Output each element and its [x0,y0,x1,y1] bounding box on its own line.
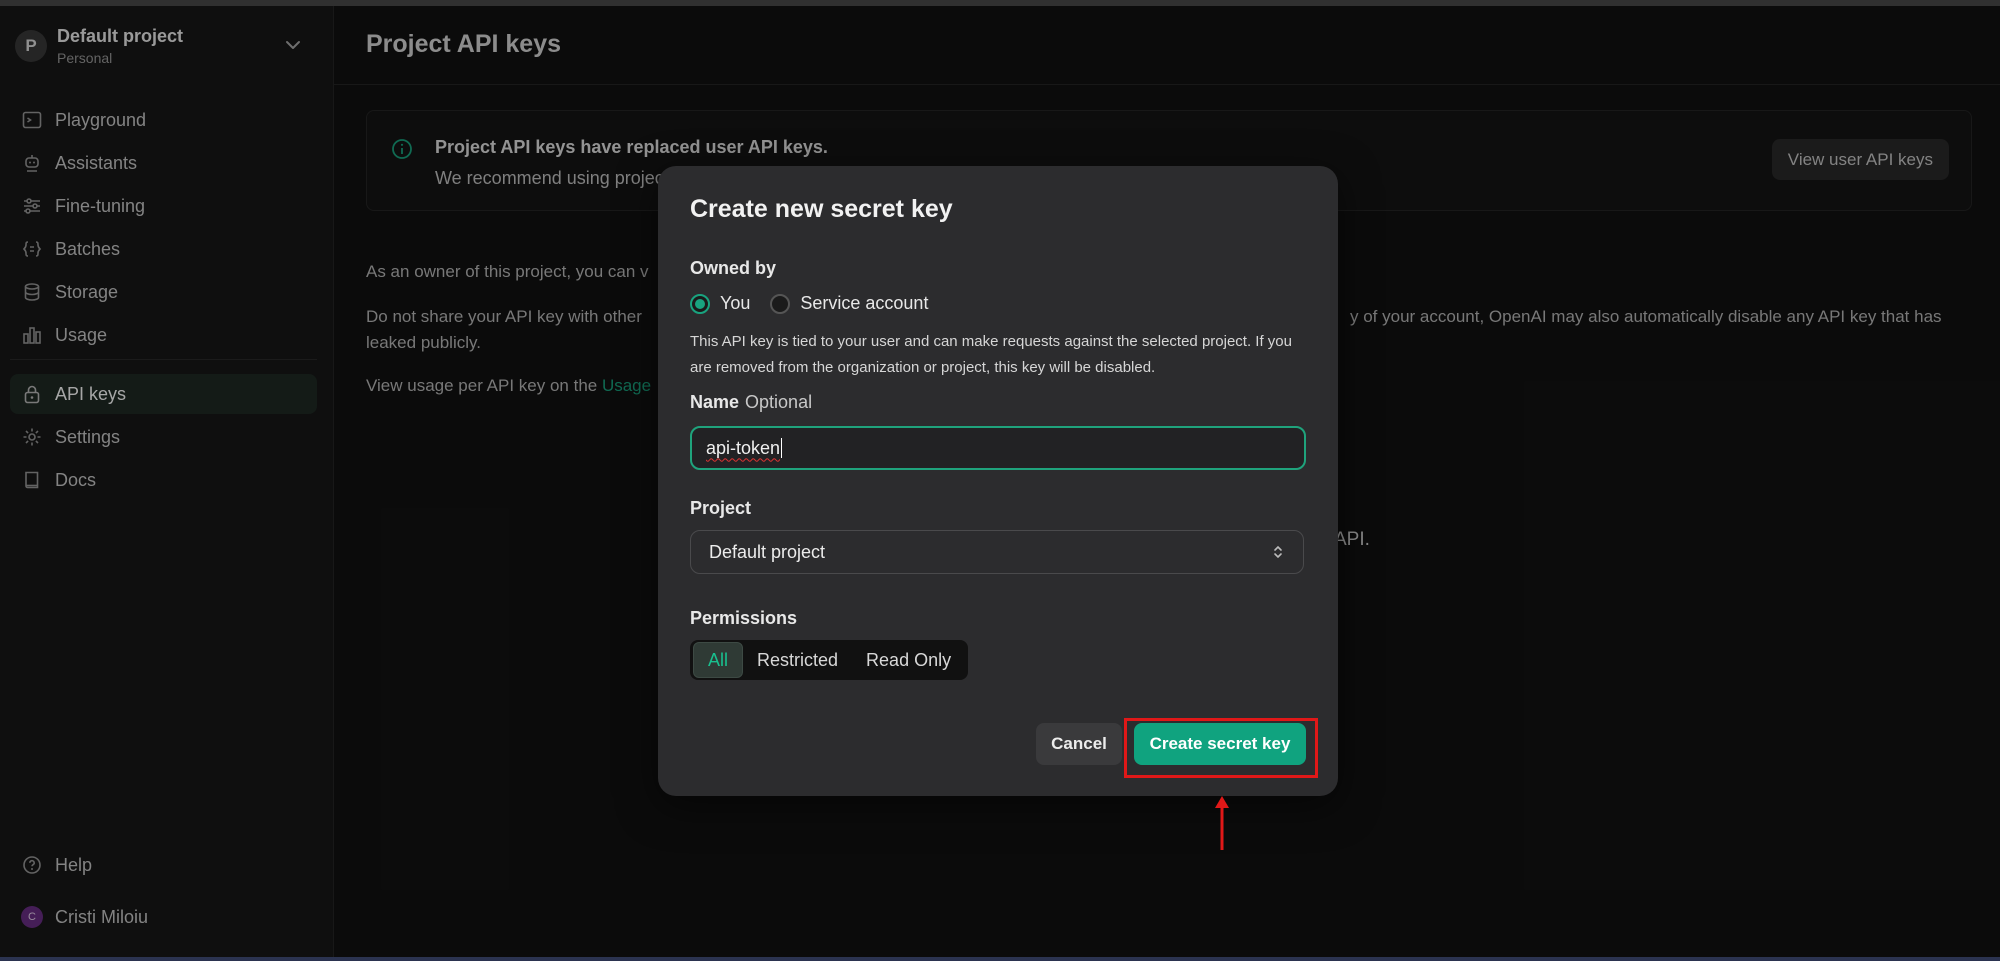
owner-description: This API key is tied to your user and ca… [690,333,1292,376]
name-input[interactable]: api-token [690,426,1306,470]
text-cursor [781,438,783,458]
owner-radio-group: You Service account [690,293,948,314]
owner-you-radio[interactable] [690,293,710,314]
chevron-up-down-icon [1274,545,1282,559]
cancel-button[interactable]: Cancel [1036,723,1122,765]
owner-service-account-label[interactable]: Service account [800,293,928,314]
annotation-arrow-icon [1215,796,1229,850]
owner-service-account-radio[interactable] [770,293,791,314]
owner-you-label[interactable]: You [720,293,750,314]
permission-all-option[interactable]: All [693,642,744,678]
permissions-segmented-control: All Restricted Read Only [690,640,969,680]
create-secret-key-dialog: Create new secret key Owned by You Servi… [658,166,1338,796]
owned-by-label: Owned by [690,258,777,278]
project-label: Project [690,498,752,518]
permissions-label: Permissions [690,608,798,628]
permission-read-only-option[interactable]: Read Only [852,643,965,677]
project-select[interactable]: Default project [690,530,1304,574]
optional-hint: Optional [745,392,813,412]
permission-restricted-option[interactable]: Restricted [743,643,852,677]
name-label: Name Optional [690,392,812,413]
annotation-highlight-box [1124,718,1318,778]
project-select-value: Default project [709,541,826,562]
window-bottom-border [0,957,2000,961]
dialog-title: Create new secret key [690,195,953,223]
name-label-text: Name [690,392,740,412]
name-input-value: api-token [706,437,781,458]
